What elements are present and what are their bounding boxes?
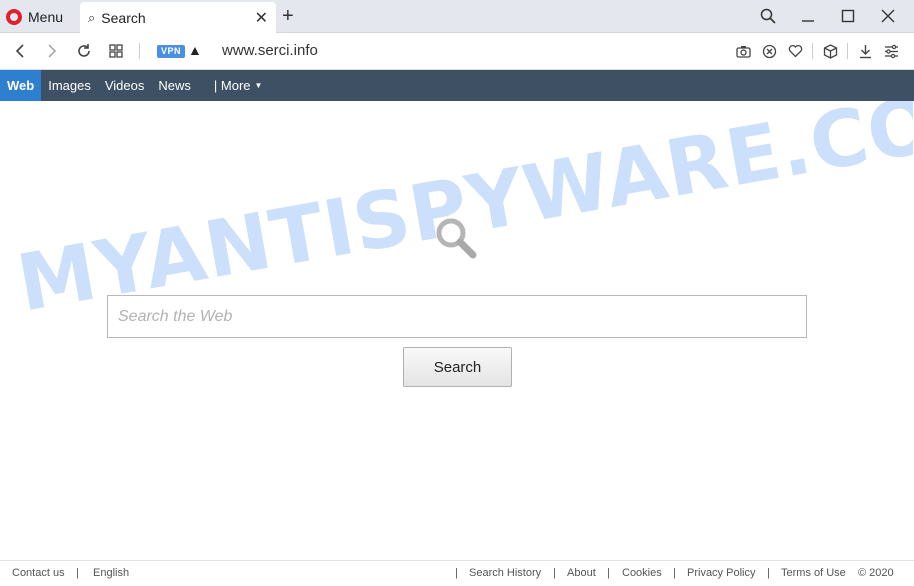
speed-dial-icon[interactable] xyxy=(104,39,128,63)
footer-cookies[interactable]: Cookies xyxy=(622,567,662,579)
address-field[interactable]: www.serci.info xyxy=(222,42,318,59)
search-category-nav: Web Images Videos News | More ▼ xyxy=(0,70,914,101)
nav-web[interactable]: Web xyxy=(0,70,42,101)
nav-images[interactable]: Images xyxy=(41,70,98,101)
menu-label: Menu xyxy=(28,9,64,25)
address-toolbar: VPN ▲ www.serci.info xyxy=(0,33,914,70)
caret-down-icon: ▼ xyxy=(254,81,263,90)
search-tab-icon: ⌕ xyxy=(88,9,96,25)
close-tab-icon[interactable]: ✕ xyxy=(255,8,268,28)
easy-setup-icon[interactable] xyxy=(878,40,904,62)
heart-icon[interactable] xyxy=(782,40,808,62)
tab-title: Search xyxy=(101,9,146,26)
footer-about[interactable]: About xyxy=(567,567,596,579)
new-tab-button[interactable]: + xyxy=(282,4,294,28)
footer-separator: | xyxy=(553,567,556,579)
minimize-icon[interactable] xyxy=(788,4,828,28)
footer-search-history[interactable]: Search History xyxy=(469,567,541,579)
footer-separator: | xyxy=(607,567,610,579)
footer-terms-of-use[interactable]: Terms of Use xyxy=(781,567,846,579)
search-tabs-icon[interactable] xyxy=(748,4,788,28)
footer-copyright: © 2020 xyxy=(858,567,894,579)
nav-more[interactable]: | More ▼ xyxy=(207,70,270,101)
footer-separator: | xyxy=(673,567,676,579)
warning-icon[interactable]: ▲ xyxy=(188,42,202,58)
nav-videos[interactable]: Videos xyxy=(98,70,152,101)
footer-separator: | xyxy=(76,567,79,579)
download-icon[interactable] xyxy=(852,40,878,62)
opera-logo-icon xyxy=(6,9,22,25)
footer: Contact us | English | Search History | … xyxy=(0,560,914,586)
magnifier-logo-icon xyxy=(436,218,477,259)
reload-icon[interactable] xyxy=(72,39,96,63)
camera-icon[interactable] xyxy=(730,40,756,62)
nav-news[interactable]: News xyxy=(151,70,198,101)
opera-menu-button[interactable]: Menu xyxy=(6,5,63,29)
tab-search[interactable]: ⌕ Search ✕ xyxy=(80,2,276,33)
tab-strip: Menu ⌕ Search ✕ + xyxy=(0,0,914,33)
footer-language[interactable]: English xyxy=(93,567,129,579)
vpn-badge[interactable]: VPN xyxy=(157,45,186,58)
footer-contact-us[interactable]: Contact us xyxy=(12,567,65,579)
search-input[interactable] xyxy=(107,295,807,338)
search-button[interactable]: Search xyxy=(403,347,512,387)
footer-separator: | xyxy=(767,567,770,579)
extensions-cube-icon[interactable] xyxy=(817,40,843,62)
maximize-icon[interactable] xyxy=(828,4,868,28)
forward-icon[interactable] xyxy=(40,39,64,63)
adblock-icon[interactable] xyxy=(756,40,782,62)
footer-privacy-policy[interactable]: Privacy Policy xyxy=(687,567,755,579)
close-window-icon[interactable] xyxy=(868,4,908,28)
back-icon[interactable] xyxy=(8,39,32,63)
page-content: MYANTISPYWARE.COM Search xyxy=(1,101,913,560)
footer-separator: | xyxy=(455,567,458,579)
nav-more-label: | More xyxy=(213,78,251,93)
